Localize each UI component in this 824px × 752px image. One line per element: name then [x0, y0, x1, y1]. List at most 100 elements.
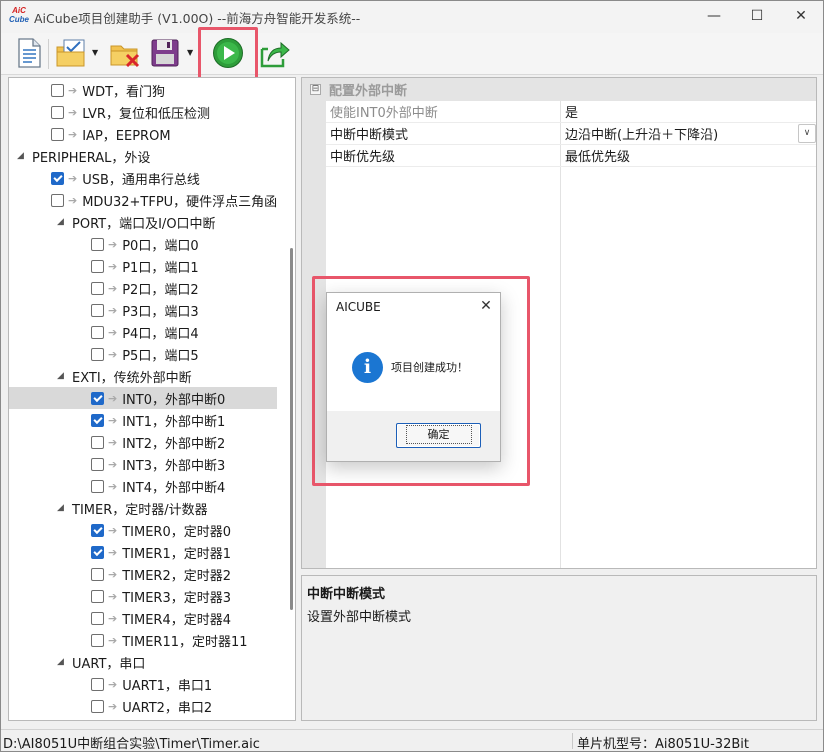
tree-item-label: UART1，串口1	[122, 678, 213, 694]
open-project-button[interactable]	[55, 37, 87, 69]
tree-checkbox[interactable]	[51, 83, 64, 97]
tree-item[interactable]: ➔ UART2，串口2	[9, 695, 277, 717]
ok-button[interactable]: 确定	[396, 423, 481, 448]
property-name: 中断中断模式	[330, 128, 409, 143]
tree-checkbox[interactable]	[91, 479, 104, 493]
close-project-button[interactable]	[109, 37, 141, 69]
arrow-icon: ➔	[108, 545, 118, 559]
tree-item-label: PERIPHERAL，外设	[32, 150, 151, 166]
tree-checkbox[interactable]	[91, 325, 104, 339]
property-value[interactable]: 是	[560, 102, 816, 121]
new-project-button[interactable]	[13, 37, 45, 69]
tree-item[interactable]: ➔ TIMER0，定时器0	[9, 519, 277, 541]
tree-item[interactable]: ➔ WDT，看门狗	[9, 79, 277, 101]
tree-scrollbar-thumb[interactable]	[290, 248, 293, 610]
tree-checkbox[interactable]	[51, 193, 64, 207]
save-dropdown-arrow[interactable]: ▼	[187, 48, 193, 57]
tree-item[interactable]: ➔ IAP，EEPROM	[9, 123, 277, 145]
tree-checkbox[interactable]	[91, 435, 104, 449]
column-splitter[interactable]	[560, 101, 561, 568]
tree-checkbox[interactable]	[91, 413, 104, 427]
property-category[interactable]: ⊟ 配置外部中断	[302, 78, 816, 101]
title-bar: AiC Cube AiCube项目创建助手 (V1.00O) --前海方舟智能开…	[1, 1, 823, 33]
message-dialog: AICUBE ✕ i 项目创建成功！ 确定	[326, 292, 501, 462]
dialog-title: AICUBE	[336, 300, 381, 314]
export-button[interactable]	[259, 37, 291, 69]
property-value[interactable]: 边沿中断(上升沿＋下降沿)	[560, 124, 816, 143]
property-row-priority[interactable]: 中断优先级 最低优先级	[326, 145, 816, 167]
expander-icon[interactable]: ◢	[57, 503, 67, 513]
tree-item[interactable]: ➔ TIMER2，定时器2	[9, 563, 277, 585]
tree-checkbox[interactable]	[91, 545, 104, 559]
tree-checkbox[interactable]	[91, 699, 104, 713]
collapse-icon[interactable]: ⊟	[310, 84, 321, 95]
arrow-icon: ➔	[108, 347, 118, 361]
tree-item[interactable]: ➔ INT0，外部中断0	[9, 387, 277, 409]
tree-checkbox[interactable]	[91, 523, 104, 537]
tree-checkbox[interactable]	[91, 281, 104, 295]
arrow-icon: ➔	[108, 325, 118, 339]
tree-item[interactable]: ➔ TIMER11，定时器11	[9, 629, 277, 651]
category-label: 配置外部中断	[329, 84, 408, 99]
tree-item-label: IAP，EEPROM	[82, 128, 171, 144]
tree-item[interactable]: ◢ PERIPHERAL，外设	[9, 145, 277, 167]
tree-item[interactable]: ➔ INT3，外部中断3	[9, 453, 277, 475]
tree-item[interactable]: ➔ INT2，外部中断2	[9, 431, 277, 453]
tree-item[interactable]: ➔ MDU32+TFPU，硬件浮点三角函	[9, 189, 277, 211]
property-name: 中断优先级	[330, 150, 396, 165]
tree-item[interactable]: ◢ UART，串口	[9, 651, 277, 673]
folder-delete-icon	[110, 45, 140, 68]
property-row-enable[interactable]: 使能INT0外部中断 是	[326, 101, 816, 123]
tree-item[interactable]: ➔ P0口，端口0	[9, 233, 277, 255]
property-value[interactable]: 最低优先级	[560, 146, 816, 165]
tree-item[interactable]: ➔ TIMER4，定时器4	[9, 607, 277, 629]
tree-checkbox[interactable]	[91, 237, 104, 251]
tree-checkbox[interactable]	[91, 567, 104, 581]
minimize-button[interactable]: —	[691, 1, 737, 31]
tree-checkbox[interactable]	[51, 171, 64, 185]
tree-item[interactable]: ➔ USB，通用串行总线	[9, 167, 277, 189]
tree-checkbox[interactable]	[91, 303, 104, 317]
tree-item[interactable]: ➔ P3口，端口3	[9, 299, 277, 321]
property-row-mode[interactable]: 中断中断模式 边沿中断(上升沿＋下降沿) ∨	[326, 123, 816, 145]
expander-icon[interactable]: ◢	[17, 151, 27, 161]
tree-item[interactable]: ◢ EXTI，传统外部中断	[9, 365, 277, 387]
expander-icon[interactable]: ◢	[57, 657, 67, 667]
expander-icon[interactable]: ◢	[57, 371, 67, 381]
tree-item[interactable]: ◢ PORT，端口及I/O口中断	[9, 211, 277, 233]
peripheral-tree[interactable]: ➔ WDT，看门狗 ➔ LVR，复位和低压检测 ➔ IAP，EEPROM ◢ PERIPHER…	[8, 77, 296, 721]
tree-checkbox[interactable]	[51, 105, 64, 119]
chevron-down-icon[interactable]: ∨	[798, 124, 816, 143]
tree-item[interactable]: ➔ LVR，复位和低压检测	[9, 101, 277, 123]
tree-checkbox[interactable]	[91, 347, 104, 361]
tree-item[interactable]: ◢ TIMER，定时器/计数器	[9, 497, 277, 519]
save-project-button[interactable]	[149, 37, 181, 69]
tree-checkbox[interactable]	[91, 259, 104, 273]
tree-checkbox[interactable]	[51, 127, 64, 141]
tree-item-label: TIMER0，定时器0	[122, 524, 231, 540]
arrow-icon: ➔	[108, 479, 118, 493]
tree-item-label: INT3，外部中断3	[122, 458, 226, 474]
maximize-button[interactable]: ☐	[734, 1, 780, 31]
open-dropdown-arrow[interactable]: ▼	[92, 48, 98, 57]
tree-item[interactable]: ➔ P4口，端口4	[9, 321, 277, 343]
dialog-close-button[interactable]: ✕	[477, 297, 495, 315]
tree-checkbox[interactable]	[91, 457, 104, 471]
tree-checkbox[interactable]	[91, 677, 104, 691]
tree-item[interactable]: ➔ P5口，端口5	[9, 343, 277, 365]
tree-item[interactable]: ➔ INT4，外部中断4	[9, 475, 277, 497]
tree-item[interactable]: ➔ UART1，串口1	[9, 673, 277, 695]
tree-item[interactable]: ➔ TIMER1，定时器1	[9, 541, 277, 563]
tree-item-label: P1口，端口1	[122, 260, 199, 276]
tree-checkbox[interactable]	[91, 589, 104, 603]
tree-item[interactable]: ➔ INT1，外部中断1	[9, 409, 277, 431]
tree-checkbox[interactable]	[91, 391, 104, 405]
close-button[interactable]: ✕	[778, 1, 824, 31]
tree-item[interactable]: ➔ TIMER3，定时器3	[9, 585, 277, 607]
tree-checkbox[interactable]	[91, 611, 104, 625]
tree-checkbox[interactable]	[91, 633, 104, 647]
tree-item[interactable]: ➔ P2口，端口2	[9, 277, 277, 299]
expander-icon[interactable]: ◢	[57, 217, 67, 227]
arrow-icon: ➔	[108, 281, 118, 295]
tree-item[interactable]: ➔ P1口，端口1	[9, 255, 277, 277]
